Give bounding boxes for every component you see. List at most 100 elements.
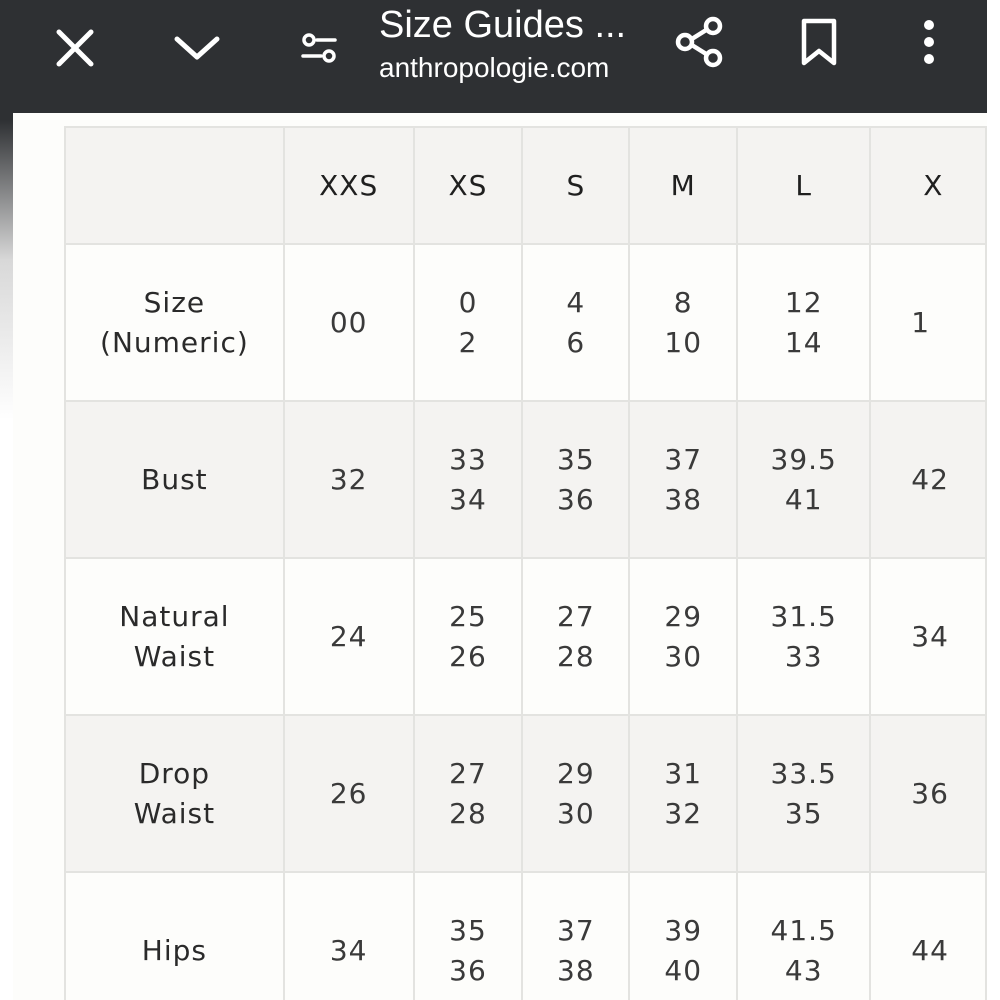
measurement-cell: 44 xyxy=(869,871,987,1000)
measurement-value: 31 xyxy=(664,756,703,790)
measurement-cell: 36 xyxy=(869,714,987,873)
measurement-cell: 34 xyxy=(282,871,415,1000)
measurement-value: 34 xyxy=(449,482,487,516)
more-vertical-icon xyxy=(924,20,934,64)
measurement-cell: 32 xyxy=(282,400,415,559)
row-label-text: Drop xyxy=(138,756,211,790)
header-row: XXS XS S M L X xyxy=(64,126,987,245)
share-button[interactable] xyxy=(669,12,729,72)
measurement-value: 39.5 xyxy=(770,442,837,476)
row-label-text: Natural xyxy=(119,599,230,633)
row-label-text: Bust xyxy=(141,462,208,496)
table-row: Natural Waist 24 25 26 27 28 29 30 31.5 33 34 xyxy=(64,557,987,716)
measurement-value: 42 xyxy=(911,462,949,496)
measurement-value: 38 xyxy=(557,953,595,987)
measurement-cell: 31.5 33 xyxy=(736,557,872,716)
measurement-value: 12 xyxy=(784,285,823,319)
measurement-value: 38 xyxy=(664,482,703,516)
size-header-cell: M xyxy=(628,126,739,245)
right-edge xyxy=(987,0,1000,1000)
close-button[interactable] xyxy=(47,20,103,76)
measurement-cell: 34 xyxy=(869,557,987,716)
size-header-cell: XS xyxy=(412,126,524,245)
table-row: Size (Numeric) 00 0 2 4 6 8 10 12 14 1 xyxy=(64,243,987,402)
measurement-value: 32 xyxy=(329,462,368,496)
measurement-value: 28 xyxy=(557,639,595,673)
measurement-value: 33 xyxy=(784,639,823,673)
page-settings-button[interactable] xyxy=(293,20,345,76)
measurement-cell: 35 36 xyxy=(521,400,631,559)
bookmark-button[interactable] xyxy=(791,14,847,70)
measurement-cell: 37 38 xyxy=(628,400,739,559)
size-header-cell: L xyxy=(736,126,872,245)
measurement-cell: 29 30 xyxy=(628,557,739,716)
measurement-cell: 41.5 43 xyxy=(736,871,872,1000)
measurement-value: 34 xyxy=(911,619,949,653)
measurement-value: 29 xyxy=(664,599,703,633)
size-header-cell: XXS xyxy=(282,126,415,245)
measurement-value: 4 xyxy=(566,285,586,319)
browser-toolbar: Size Guides ... anthropologie.com xyxy=(13,0,987,113)
measurement-cell: 33 34 xyxy=(412,400,524,559)
measurement-value: 26 xyxy=(449,639,487,673)
row-label-text: Size xyxy=(143,285,206,319)
page-settings-icon xyxy=(301,33,337,63)
measurement-value: 31.5 xyxy=(770,599,837,633)
measurement-value: 40 xyxy=(664,953,703,987)
table-row: Drop Waist 26 27 28 29 30 31 32 33.5 35 36 xyxy=(64,714,987,873)
collapse-button[interactable] xyxy=(167,20,227,76)
measurement-value: 24 xyxy=(329,619,368,653)
bookmark-icon xyxy=(801,18,837,66)
measurement-value: 39 xyxy=(664,913,703,947)
measurement-cell: 27 28 xyxy=(521,557,631,716)
measurement-value: 0 xyxy=(458,285,478,319)
measurement-value: 44 xyxy=(911,933,949,967)
measurement-value: 26 xyxy=(329,776,368,810)
left-edge xyxy=(0,0,13,1000)
measurement-cell: 39.5 41 xyxy=(736,400,872,559)
measurement-cell: 27 28 xyxy=(412,714,524,873)
measurement-value: 27 xyxy=(557,599,595,633)
header-corner-cell xyxy=(64,126,285,245)
measurement-value: 34 xyxy=(329,933,368,967)
page-url: anthropologie.com xyxy=(379,52,610,83)
measurement-value: 33 xyxy=(449,442,487,476)
measurement-value: 35 xyxy=(557,442,595,476)
chevron-down-icon xyxy=(174,36,220,60)
measurement-value: 32 xyxy=(664,796,703,830)
size-header-cell: S xyxy=(521,126,631,245)
page-title: Size Guides ... xyxy=(379,4,627,46)
measurement-cell: 35 36 xyxy=(412,871,524,1000)
measurement-value: 2 xyxy=(458,325,478,359)
row-label-text: Hips xyxy=(141,933,207,967)
measurement-cell: 02 xyxy=(412,243,524,402)
measurement-value: 30 xyxy=(557,796,595,830)
measurement-value: 10 xyxy=(664,325,703,359)
row-label-text: Waist xyxy=(133,639,216,673)
measurement-cell: 26 xyxy=(282,714,415,873)
measurement-value: 6 xyxy=(566,325,586,359)
measurement-value: 1 xyxy=(911,305,931,339)
measurement-value: 41 xyxy=(784,482,823,516)
table-row: Bust 32 33 34 35 36 37 38 39.5 41 42 xyxy=(64,400,987,559)
row-label-cell: Hips xyxy=(64,871,285,1000)
page-title-area[interactable]: Size Guides ... anthropologie.com xyxy=(379,0,649,113)
measurement-value: 25 xyxy=(449,599,487,633)
measurement-value: 43 xyxy=(784,953,823,987)
measurement-cell: 31 32 xyxy=(628,714,739,873)
measurement-value: 37 xyxy=(664,442,703,476)
measurement-cell: 39 40 xyxy=(628,871,739,1000)
measurement-cell: 00 xyxy=(282,243,415,402)
measurement-value: 28 xyxy=(449,796,487,830)
measurement-value: 29 xyxy=(557,756,595,790)
measurement-value: 35 xyxy=(449,913,487,947)
measurement-value: 00 xyxy=(329,305,368,339)
row-label-cell: Drop Waist xyxy=(64,714,285,873)
more-options-button[interactable] xyxy=(909,14,949,70)
page-content[interactable]: XXS XS S M L X Size (Numeric) 00 0 2 4 6 8 10 12 14 1 Bust… xyxy=(13,113,987,1000)
measurement-value: 36 xyxy=(449,953,487,987)
row-label-cell: Size (Numeric) xyxy=(64,243,285,402)
share-icon xyxy=(675,16,723,68)
measurement-cell: 33.5 35 xyxy=(736,714,872,873)
row-label-text: Waist xyxy=(133,796,216,830)
